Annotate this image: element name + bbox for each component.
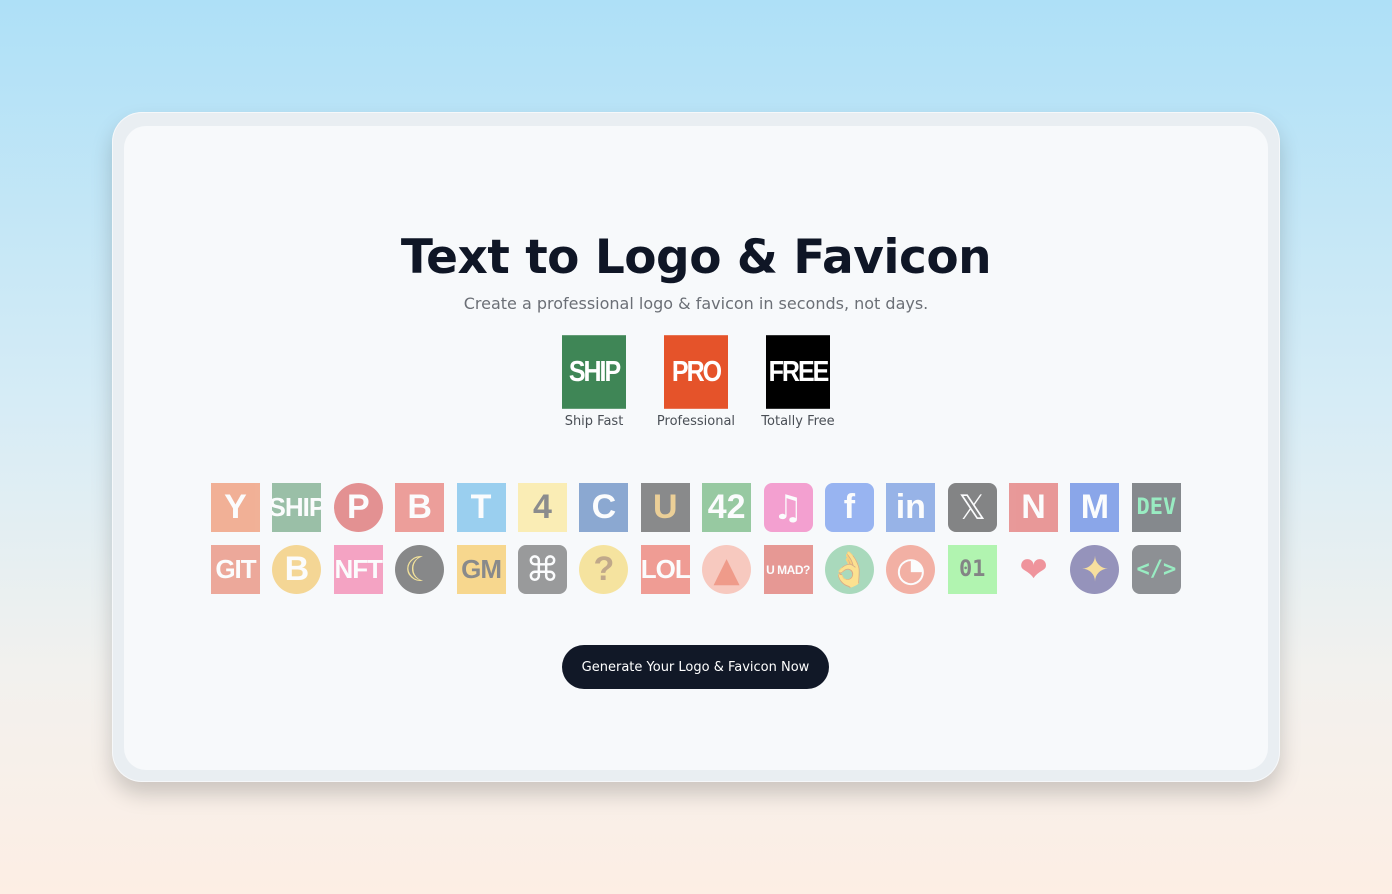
example-logo-code: </> — [1131, 545, 1181, 594]
example-logo-four: 4 — [517, 483, 567, 532]
example-logo-facebook: f — [824, 483, 874, 532]
example-logo-nft: NFT — [333, 545, 383, 594]
ship-logo: SHIP — [562, 335, 626, 409]
example-logo-m: M — [1070, 483, 1120, 532]
example-logo-dev: DEV — [1131, 483, 1181, 532]
example-logo-ship: SHIP — [272, 483, 322, 532]
feature-caption: Professional — [656, 414, 736, 429]
example-logo-linkedin: in — [886, 483, 936, 532]
free-logo: FREE — [766, 335, 830, 409]
example-logo-p: P — [333, 483, 383, 532]
feature-professional: PRO Professional — [645, 335, 747, 429]
example-logo-u: U — [640, 483, 690, 532]
example-logo-bitcoin: B — [272, 545, 322, 594]
example-logo-n: N — [1009, 483, 1059, 532]
hero-frame: Text to Logo & Favicon Create a professi… — [112, 112, 1280, 782]
example-logo-moon: ☾ — [395, 545, 445, 594]
feature-caption: Totally Free — [761, 414, 835, 429]
example-logo-music: ♫ — [763, 483, 813, 532]
example-logo-y: Y — [211, 483, 260, 532]
example-logo-ok: 👌 — [824, 545, 874, 594]
example-logo-sparkle: ✦ — [1070, 545, 1120, 594]
example-logo-c: C — [579, 483, 629, 532]
page-subtitle: Create a professional logo & favicon in … — [463, 294, 929, 313]
example-logo-u-mad: U MAD? — [763, 545, 813, 594]
example-logo-command: ⌘ — [517, 545, 567, 594]
pro-logo: PRO — [664, 335, 728, 409]
example-logo-t: T — [456, 483, 506, 532]
example-logo-git: GIT — [211, 545, 260, 594]
example-logo-binary: 01 — [947, 545, 997, 594]
example-logo-grid: Y SHIP P B T 4 C U 42 ♫ f in 𝕏 N M DEV GIT B NFT ☾ GM ⌘? LOL ▲ U… — [211, 483, 1181, 594]
example-logo-lol: LOL — [640, 545, 690, 594]
feature-caption: Ship Fast — [564, 414, 624, 429]
generate-logo-button[interactable]: Generate Your Logo & Favicon Now — [562, 645, 829, 689]
hero-card: Text to Logo & Favicon Create a professi… — [124, 126, 1268, 770]
feature-totally-free: FREE Totally Free — [747, 335, 849, 429]
feature-ship-fast: SHIP Ship Fast — [543, 335, 645, 429]
example-logo-thinking: ? — [579, 545, 629, 594]
example-logo-fire: ▲ — [702, 545, 752, 594]
example-logo-b: B — [395, 483, 445, 532]
page-title: Text to Logo & Favicon — [400, 230, 992, 285]
example-logo-heart: ❤ — [1019, 549, 1048, 590]
feature-list: SHIP Ship Fast PRO Professional FREE Tot… — [124, 335, 1268, 429]
example-logo-x: 𝕏 — [947, 483, 997, 532]
example-logo-pizza: ◔ — [886, 545, 936, 594]
example-logo-gm: GM — [456, 545, 506, 594]
example-logo-forty-two: 42 — [702, 483, 752, 532]
